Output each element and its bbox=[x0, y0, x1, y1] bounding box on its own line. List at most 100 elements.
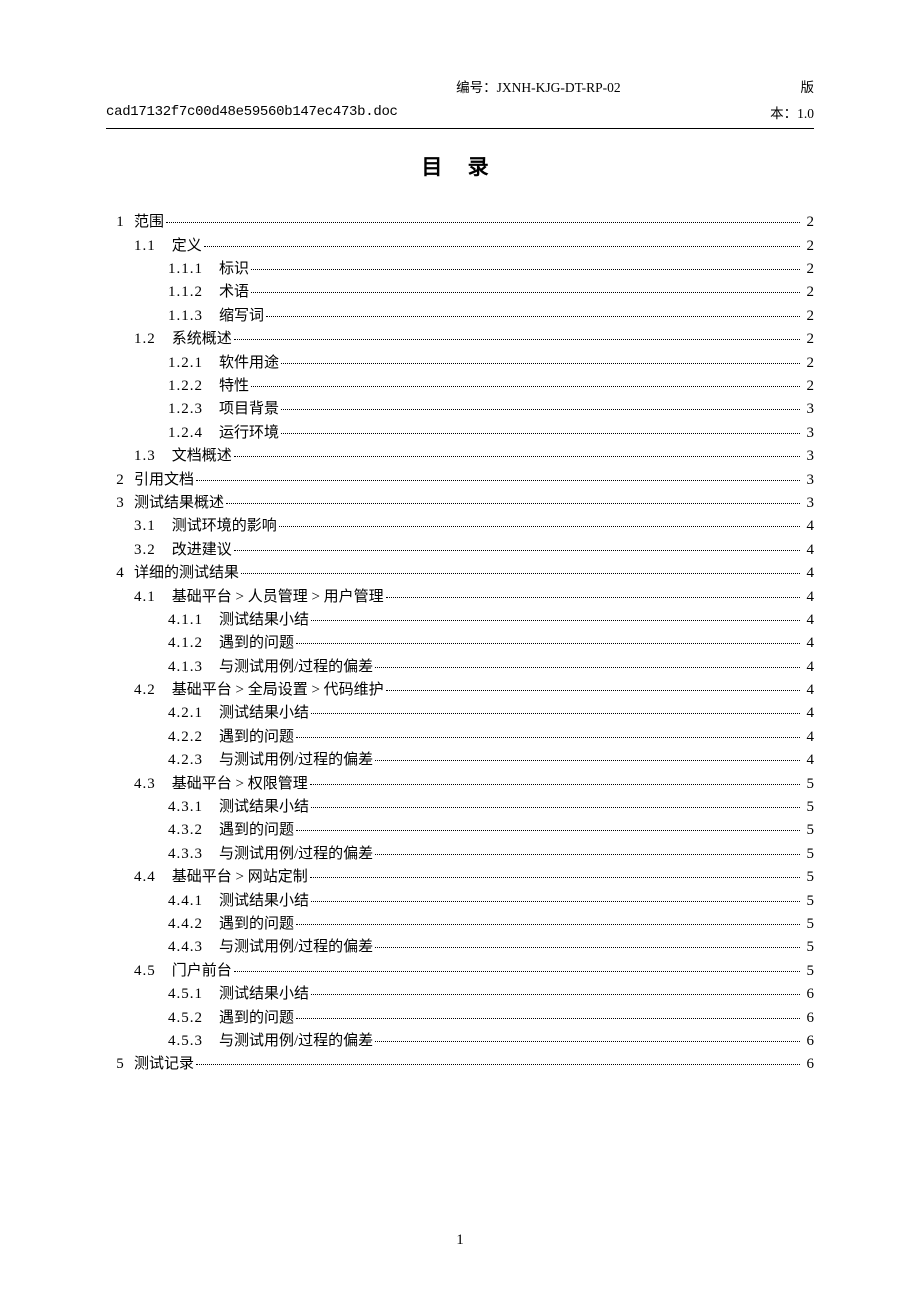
toc-entry-number: 1.3 bbox=[134, 445, 156, 468]
toc-entry-text: 基础平台 > 全局设置 > 代码维护 bbox=[172, 679, 384, 702]
toc-leader-dots bbox=[375, 1041, 800, 1042]
toc-leader-dots bbox=[251, 292, 800, 293]
toc-entry[interactable]: 4.3.2遇到的问题5 bbox=[106, 819, 814, 842]
toc-entry[interactable]: 4.4.3与测试用例/过程的偏差5 bbox=[106, 936, 814, 959]
toc-entry-number: 4.5.1 bbox=[168, 983, 203, 1006]
toc-entry[interactable]: 1.1定义2 bbox=[106, 235, 814, 258]
toc-leader-dots bbox=[251, 269, 800, 270]
toc-entry[interactable]: 4.5.2遇到的问题6 bbox=[106, 1007, 814, 1030]
toc-entry-page: 5 bbox=[804, 866, 814, 889]
toc-entry[interactable]: 4详细的测试结果4 bbox=[106, 562, 814, 585]
toc-entry[interactable]: 1.1.2术语2 bbox=[106, 281, 814, 304]
header-filename: cad17132f7c00d48e59560b147ec473b.doc bbox=[106, 104, 398, 126]
toc-entry-number: 1.2.4 bbox=[168, 422, 203, 445]
table-of-contents: 1范围21.1定义21.1.1标识21.1.2术语21.1.3缩写词21.2系统… bbox=[106, 211, 814, 1076]
toc-entry[interactable]: 4.3.1测试结果小结5 bbox=[106, 796, 814, 819]
toc-entry[interactable]: 4.3基础平台 > 权限管理5 bbox=[106, 773, 814, 796]
toc-entry-page: 4 bbox=[804, 679, 814, 702]
toc-leader-dots bbox=[310, 877, 800, 878]
toc-entry[interactable]: 4.3.3与测试用例/过程的偏差5 bbox=[106, 843, 814, 866]
toc-entry[interactable]: 1.2系统概述2 bbox=[106, 328, 814, 351]
toc-entry-text: 测试结果小结 bbox=[219, 890, 309, 913]
toc-entry[interactable]: 2引用文档3 bbox=[106, 469, 814, 492]
toc-leader-dots bbox=[311, 901, 800, 902]
toc-entry-page: 2 bbox=[804, 235, 814, 258]
toc-entry-text: 引用文档 bbox=[134, 469, 194, 492]
toc-entry[interactable]: 1.2.3项目背景3 bbox=[106, 398, 814, 421]
toc-entry-number: 1.2.3 bbox=[168, 398, 203, 421]
toc-entry[interactable]: 4.5.1 测试结果小结 6 bbox=[106, 983, 814, 1006]
toc-entry-number: 2 bbox=[106, 469, 134, 492]
toc-entry-page: 4 bbox=[804, 586, 814, 609]
toc-leader-dots bbox=[311, 713, 800, 714]
toc-entry[interactable]: 4.1.2遇到的问题4 bbox=[106, 632, 814, 655]
toc-entry[interactable]: 4.5门户前台5 bbox=[106, 960, 814, 983]
toc-entry-page: 2 bbox=[804, 352, 814, 375]
toc-entry-text: 项目背景 bbox=[219, 398, 279, 421]
toc-entry[interactable]: 4.4基础平台 > 网站定制5 bbox=[106, 866, 814, 889]
toc-entry-number: 4.1.2 bbox=[168, 632, 203, 655]
toc-entry[interactable]: 1.2.4运行环境3 bbox=[106, 422, 814, 445]
toc-entry[interactable]: 4.1基础平台 > 人员管理 > 用户管理4 bbox=[106, 586, 814, 609]
toc-entry-number: 1.1.3 bbox=[168, 305, 203, 328]
toc-entry[interactable]: 4.2.3与测试用例/过程的偏差4 bbox=[106, 749, 814, 772]
toc-leader-dots bbox=[234, 339, 800, 340]
toc-entry[interactable]: 1.2.2特性2 bbox=[106, 375, 814, 398]
toc-entry[interactable]: 1范围2 bbox=[106, 211, 814, 234]
toc-entry[interactable]: 3.1测试环境的影响4 bbox=[106, 515, 814, 538]
toc-entry[interactable]: 5测试记录6 bbox=[106, 1053, 814, 1076]
toc-entry-number: 4.4.2 bbox=[168, 913, 203, 936]
header-version: 本：1.0 bbox=[456, 101, 814, 127]
toc-entry[interactable]: 4.1.3与测试用例/过程的偏差4 bbox=[106, 656, 814, 679]
toc-entry-text: 范围 bbox=[134, 211, 164, 234]
header-id-value: JXNH-KJG-DT-RP-02 bbox=[497, 80, 621, 95]
toc-entry[interactable]: 3测试结果概述3 bbox=[106, 492, 814, 515]
toc-leader-dots bbox=[234, 971, 800, 972]
toc-entry[interactable]: 4.4.1测试结果小结5 bbox=[106, 890, 814, 913]
toc-leader-dots bbox=[234, 550, 800, 551]
toc-entry-page: 6 bbox=[804, 1007, 814, 1030]
toc-leader-dots bbox=[196, 480, 800, 481]
toc-entry-text: 测试结果小结 bbox=[219, 609, 309, 632]
toc-entry[interactable]: 4.2.2遇到的问题4 bbox=[106, 726, 814, 749]
toc-leader-dots bbox=[226, 503, 800, 504]
toc-entry[interactable]: 3.2改进建议4 bbox=[106, 539, 814, 562]
toc-entry-text: 术语 bbox=[219, 281, 249, 304]
toc-entry-number: 3.1 bbox=[134, 515, 156, 538]
toc-leader-dots bbox=[281, 433, 800, 434]
toc-entry[interactable]: 4.1.1测试结果小结4 bbox=[106, 609, 814, 632]
toc-entry-text: 遇到的问题 bbox=[219, 819, 294, 842]
toc-entry-number: 4.3 bbox=[134, 773, 156, 796]
toc-entry-page: 4 bbox=[804, 539, 814, 562]
toc-entry-text: 基础平台 > 网站定制 bbox=[172, 866, 308, 889]
toc-leader-dots bbox=[234, 456, 800, 457]
toc-entry[interactable]: 1.2.1软件用途2 bbox=[106, 352, 814, 375]
toc-entry[interactable]: 1.1.3缩写词2 bbox=[106, 305, 814, 328]
toc-entry-number: 3 bbox=[106, 492, 134, 515]
toc-entry-page: 4 bbox=[804, 749, 814, 772]
toc-entry[interactable]: 1.1.1标识2 bbox=[106, 258, 814, 281]
toc-entry-number: 4.5.2 bbox=[168, 1007, 203, 1030]
toc-entry[interactable]: 4.2基础平台 > 全局设置 > 代码维护4 bbox=[106, 679, 814, 702]
toc-entry-page: 5 bbox=[804, 913, 814, 936]
toc-entry[interactable]: 4.4.2遇到的问题5 bbox=[106, 913, 814, 936]
toc-leader-dots bbox=[296, 830, 800, 831]
toc-entry[interactable]: 4.5.3与测试用例/过程的偏差6 bbox=[106, 1030, 814, 1053]
toc-entry-page: 5 bbox=[804, 843, 814, 866]
toc-entry-number: 4.4.3 bbox=[168, 936, 203, 959]
toc-entry-text: 与测试用例/过程的偏差 bbox=[219, 1030, 373, 1053]
toc-leader-dots bbox=[386, 690, 800, 691]
toc-entry-page: 5 bbox=[804, 890, 814, 913]
page-header: cad17132f7c00d48e59560b147ec473b.doc 编号：… bbox=[106, 75, 814, 129]
toc-entry-number: 4.5 bbox=[134, 960, 156, 983]
toc-leader-dots bbox=[375, 947, 800, 948]
toc-entry[interactable]: 4.2.1测试结果小结4 bbox=[106, 702, 814, 725]
toc-entry-text: 定义 bbox=[172, 235, 202, 258]
toc-entry-number: 4.1 bbox=[134, 586, 156, 609]
toc-entry[interactable]: 1.3文档概述3 bbox=[106, 445, 814, 468]
toc-entry-text: 测试结果小结 bbox=[219, 983, 309, 1006]
toc-entry-page: 6 bbox=[804, 983, 814, 1006]
toc-entry-number: 5 bbox=[106, 1053, 134, 1076]
toc-entry-page: 4 bbox=[804, 632, 814, 655]
toc-leader-dots bbox=[386, 597, 800, 598]
